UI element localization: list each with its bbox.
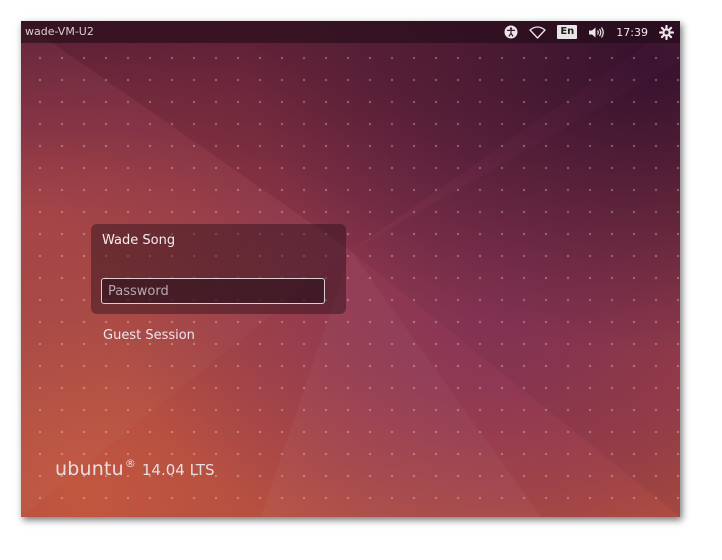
keyboard-layout-indicator[interactable]: En [557,25,578,39]
wifi-icon[interactable] [529,25,546,39]
login-box: Wade Song [91,224,346,314]
login-screen: wade-VM-U2 En 17:39 Wade Song Guest Sess… [21,21,680,517]
password-input[interactable] [101,278,325,304]
guest-session-item[interactable]: Guest Session [103,328,195,343]
clock[interactable]: 17:39 [616,26,648,39]
brand-name: ubuntu [55,458,124,480]
gear-icon[interactable] [659,24,674,40]
ubuntu-logo: ubuntu ® 14.04 LTS [55,457,215,480]
accessibility-icon[interactable] [504,25,518,39]
top-panel: wade-VM-U2 En 17:39 [21,21,680,43]
registered-mark: ® [124,457,136,470]
hostname-label: wade-VM-U2 [25,25,94,38]
indicator-area: En 17:39 [504,21,674,43]
volume-icon[interactable] [588,26,605,39]
version-label: 14.04 LTS [141,461,215,479]
user-name-label[interactable]: Wade Song [102,233,175,248]
